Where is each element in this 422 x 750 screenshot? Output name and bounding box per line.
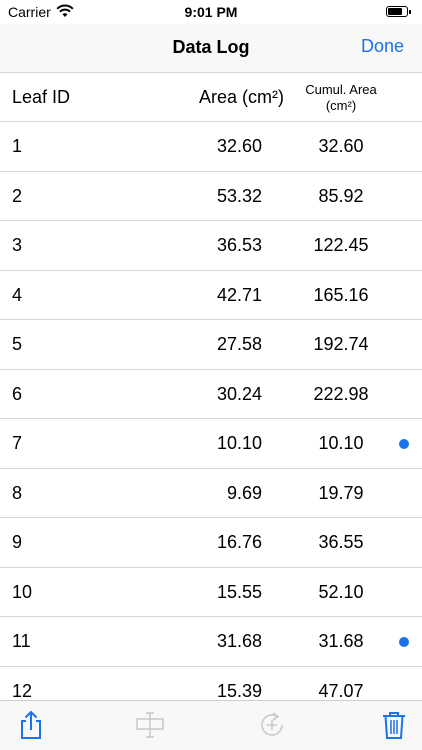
add-refresh-icon[interactable] <box>256 709 288 741</box>
table-row[interactable]: 11 31.68 31.68 <box>0 617 422 667</box>
table-row[interactable]: 2 53.32 85.92 <box>0 172 422 221</box>
clock: 9:01 PM <box>184 4 238 20</box>
marker-dot-icon <box>399 637 409 647</box>
cumul-area-cell: 222.98 <box>313 383 369 404</box>
area-cell: 15.55 <box>216 581 262 602</box>
bottom-toolbar <box>0 700 422 750</box>
area-cell: 27.58 <box>216 334 262 354</box>
leaf-id-cell: 2 <box>12 185 23 206</box>
text-cursor-split-icon[interactable] <box>134 709 166 741</box>
leaf-id-cell: 8 <box>12 482 23 503</box>
area-cell: 42.71 <box>216 284 262 305</box>
table-row[interactable]: 3 36.53 122.45 <box>0 221 422 271</box>
leaf-id-cell: 4 <box>12 284 23 305</box>
column-header-area: Area (cm²) <box>199 87 284 107</box>
area-cell: 16.76 <box>216 532 262 552</box>
cumul-area-cell: 36.55 <box>318 532 364 552</box>
leaf-id-cell: 6 <box>12 383 23 404</box>
done-button[interactable]: Done <box>361 36 404 57</box>
area-cell: 53.32 <box>216 185 262 206</box>
battery-level <box>388 8 402 15</box>
table-row[interactable]: 6 30.24 222.98 <box>0 370 422 419</box>
leaf-id-cell: 12 <box>12 680 33 701</box>
area-cell: 9.69 <box>226 482 262 503</box>
cumul-area-cell: 85.92 <box>318 185 364 206</box>
leaf-id-cell: 3 <box>12 235 23 255</box>
table-header: Leaf ID Area (cm²) Cumul. Area (cm²) <box>0 72 422 122</box>
cumul-area-cell: 32.60 <box>318 136 364 156</box>
navigation-bar: Data Log Done <box>0 24 422 72</box>
trash-icon[interactable] <box>378 709 410 741</box>
table-row[interactable]: 4 42.71 165.16 <box>0 271 422 320</box>
leaf-id-cell: 1 <box>12 136 23 156</box>
table-row[interactable]: 8 9.69 19.79 <box>0 469 422 518</box>
status-bar: Carrier 9:01 PM <box>0 0 422 24</box>
table-row[interactable]: 5 27.58 192.74 <box>0 320 422 370</box>
area-cell: 15.39 <box>216 680 262 701</box>
leaf-id-cell: 10 <box>12 581 33 602</box>
share-icon[interactable] <box>15 709 47 741</box>
column-header-cumul-area: Cumul. Area (cm²) <box>305 82 377 113</box>
area-cell: 31.68 <box>216 631 262 651</box>
table-row[interactable]: 12 15.39 47.07 <box>0 667 422 701</box>
cumul-area-cell: 19.79 <box>318 482 364 503</box>
cumul-area-cell: 10.10 <box>318 433 364 453</box>
area-cell: 36.53 <box>216 235 262 255</box>
table-row[interactable]: 9 16.76 36.55 <box>0 518 422 568</box>
data-log-table[interactable]: 1 32.60 32.60 2 53.32 85.92 3 36.53 122.45 4 42.71… <box>0 122 422 700</box>
area-cell: 32.60 <box>216 136 262 156</box>
cumul-area-cell: 31.68 <box>318 631 364 651</box>
page-title: Data Log <box>172 37 250 57</box>
table-row[interactable]: 7 10.10 10.10 <box>0 419 422 469</box>
cumul-area-cell: 47.07 <box>318 680 364 701</box>
area-cell: 10.10 <box>216 433 262 453</box>
table-row[interactable]: 1 32.60 32.60 <box>0 122 422 172</box>
leaf-id-cell: 7 <box>12 433 23 453</box>
cumul-area-cell: 52.10 <box>318 581 364 602</box>
marker-dot-icon <box>399 439 409 449</box>
leaf-id-cell: 11 <box>12 631 31 651</box>
battery-icon <box>386 6 411 17</box>
cumul-area-cell: 192.74 <box>313 334 369 354</box>
column-header-leaf-id: Leaf ID <box>12 87 71 107</box>
leaf-id-cell: 9 <box>12 532 23 552</box>
leaf-id-cell: 5 <box>12 334 23 354</box>
cumul-area-cell: 165.16 <box>313 284 369 305</box>
cumul-area-cell: 122.45 <box>313 235 369 255</box>
table-row[interactable]: 10 15.55 52.10 <box>0 568 422 617</box>
area-cell: 30.24 <box>216 383 262 404</box>
